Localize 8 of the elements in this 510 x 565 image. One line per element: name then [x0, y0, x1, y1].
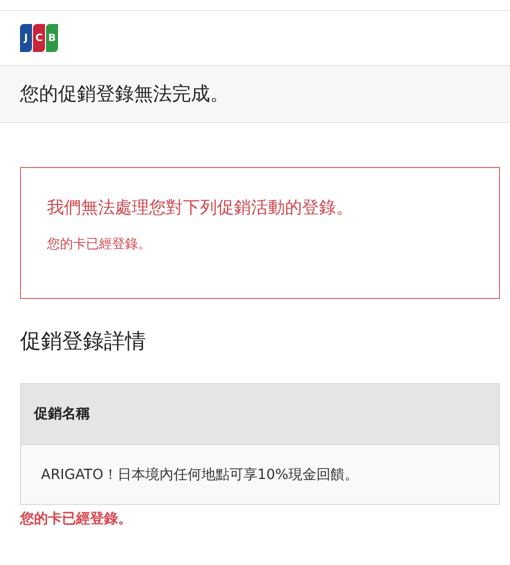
error-message: 您的卡已經登錄。 — [20, 510, 133, 528]
column-header: 促銷名稱 — [21, 384, 499, 445]
page-title: 您的促銷登錄無法完成。 — [0, 66, 510, 123]
table-cell: ARIGATO！日本境內任何地點可享10%現金回饋。 — [21, 445, 499, 504]
jcb-logo: J C B — [20, 24, 58, 52]
error-heading: 我們無法處理您對下列促銷活動的登錄。 — [47, 197, 354, 219]
section-title: 促銷登錄詳情 — [20, 328, 147, 355]
error-message: 您的卡已經登錄。 — [47, 236, 152, 253]
